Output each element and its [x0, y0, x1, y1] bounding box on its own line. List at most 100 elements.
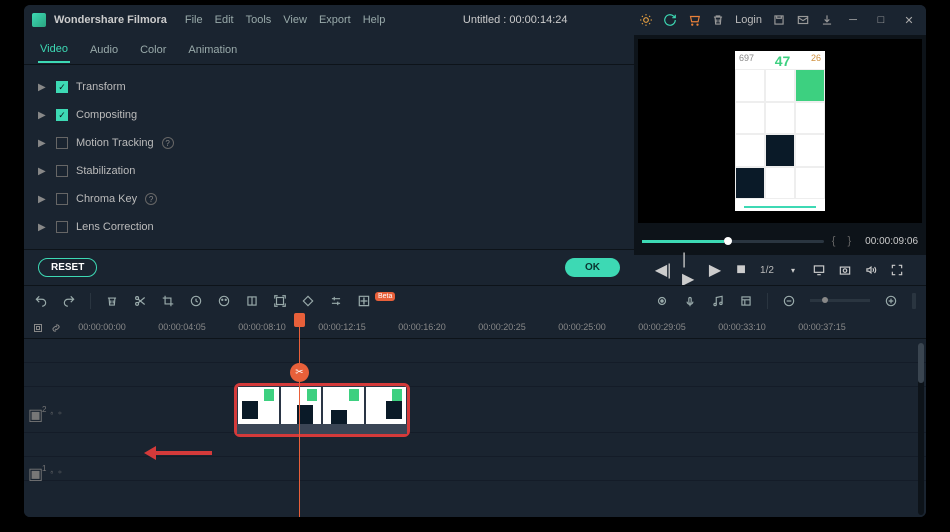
marker-icon[interactable]	[655, 294, 669, 308]
tab-color[interactable]: Color	[138, 38, 168, 62]
video-track-1[interactable]: ▣1	[24, 457, 926, 481]
mail-icon[interactable]	[796, 13, 810, 27]
crop-icon[interactable]	[161, 294, 175, 308]
cut-icon[interactable]	[133, 294, 147, 308]
properties-panel: ▶Transform ▶Compositing ▶Motion Tracking…	[24, 65, 634, 249]
menu-export[interactable]: Export	[319, 14, 351, 26]
menu-tools[interactable]: Tools	[246, 14, 272, 26]
login-button[interactable]: Login	[735, 14, 762, 26]
play-button[interactable]: ▶	[708, 263, 722, 277]
menu-help[interactable]: Help	[363, 14, 386, 26]
refresh-icon[interactable]	[663, 13, 677, 27]
next-frame-button[interactable]: |▶	[682, 263, 696, 277]
maximize-button[interactable]: □	[872, 11, 890, 29]
vertical-scrollbar[interactable]	[918, 343, 924, 515]
score-right: 26	[811, 53, 821, 67]
undo-icon[interactable]	[34, 294, 48, 308]
time-mark: 00:00:04:05	[142, 322, 222, 332]
tab-audio[interactable]: Audio	[88, 38, 120, 62]
keyframe-icon[interactable]	[301, 294, 315, 308]
layout-icon[interactable]	[739, 294, 753, 308]
preview-content: 697 47 26	[735, 51, 825, 211]
record-icon[interactable]	[683, 294, 697, 308]
display-icon[interactable]	[812, 263, 826, 277]
checkbox-chroma-key[interactable]	[56, 193, 68, 205]
mark-in-icon[interactable]: {	[832, 235, 836, 247]
score-left: 697	[739, 53, 754, 67]
tab-animation[interactable]: Animation	[186, 38, 239, 62]
playback-slider[interactable]	[642, 240, 824, 243]
time-mark: 00:00:33:10	[702, 322, 782, 332]
help-icon[interactable]: ?	[162, 137, 174, 149]
adjust-icon[interactable]	[329, 294, 343, 308]
delete-icon[interactable]	[105, 294, 119, 308]
property-tabs: Video Audio Color Animation	[24, 35, 634, 65]
prop-lens-correction[interactable]: ▶Lens Correction	[38, 213, 620, 241]
stop-button[interactable]: ■	[734, 263, 748, 277]
checkbox-transform[interactable]	[56, 81, 68, 93]
preview-viewport[interactable]: 697 47 26	[638, 39, 922, 223]
download-icon[interactable]	[820, 13, 834, 27]
track-spacer	[24, 363, 926, 387]
track-lock-icon[interactable]	[50, 405, 54, 415]
video-track-2[interactable]: ▣2	[24, 387, 926, 433]
track-eye-icon[interactable]	[58, 464, 62, 474]
time-mark: 00:00:37:15	[782, 322, 862, 332]
menu-view[interactable]: View	[283, 14, 307, 26]
prop-motion-tracking[interactable]: ▶Motion Tracking?	[38, 129, 620, 157]
motion-icon[interactable]: ⊞	[357, 294, 371, 308]
close-button[interactable]: ✕	[900, 11, 918, 29]
zoom-fit-icon[interactable]	[912, 293, 916, 309]
prop-compositing[interactable]: ▶Compositing	[38, 101, 620, 129]
playhead[interactable]: ✂	[299, 315, 300, 517]
prev-frame-button[interactable]: ◀|	[656, 263, 670, 277]
help-icon[interactable]: ?	[145, 193, 157, 205]
checkbox-lens-correction[interactable]	[56, 221, 68, 233]
speed-icon[interactable]	[189, 294, 203, 308]
zoom-out-icon[interactable]	[782, 294, 796, 308]
color-icon[interactable]	[217, 294, 231, 308]
time-mark: 00:00:29:05	[622, 322, 702, 332]
prop-chroma-key[interactable]: ▶Chroma Key?	[38, 185, 620, 213]
reset-button[interactable]: RESET	[38, 258, 97, 277]
detect-icon[interactable]	[273, 294, 287, 308]
prop-transform[interactable]: ▶Transform	[38, 73, 620, 101]
zoom-in-icon[interactable]	[884, 294, 898, 308]
prop-stabilization[interactable]: ▶Stabilization	[38, 157, 620, 185]
link-icon[interactable]	[50, 321, 62, 333]
snapshot-icon[interactable]	[838, 263, 852, 277]
redo-icon[interactable]	[62, 294, 76, 308]
beta-badge: Beta	[375, 292, 395, 301]
volume-icon[interactable]	[864, 263, 878, 277]
app-title: Wondershare Filmora	[54, 14, 167, 26]
video-clip[interactable]	[234, 383, 410, 437]
menu-file[interactable]: File	[185, 14, 203, 26]
mark-out-icon[interactable]: }	[847, 235, 851, 247]
track-eye-icon[interactable]	[58, 405, 62, 415]
checkbox-motion-tracking[interactable]	[56, 137, 68, 149]
checkbox-stabilization[interactable]	[56, 165, 68, 177]
playback-speed[interactable]: 1/2	[760, 265, 774, 276]
track-lock-icon[interactable]	[50, 464, 54, 474]
checkbox-compositing[interactable]	[56, 109, 68, 121]
mixer-icon[interactable]	[711, 294, 725, 308]
sun-icon[interactable]	[639, 13, 653, 27]
minimize-button[interactable]: ─	[844, 11, 862, 29]
timeline-ruler[interactable]: 00:00:00:00 00:00:04:05 00:00:08:10 00:0…	[24, 315, 926, 339]
snap-icon[interactable]	[32, 321, 44, 333]
scissors-icon[interactable]: ✂	[290, 363, 309, 382]
ok-button[interactable]: OK	[565, 258, 620, 277]
playback-time: 00:00:09:06	[865, 236, 918, 247]
menu-edit[interactable]: Edit	[215, 14, 234, 26]
greenscreen-icon[interactable]	[245, 294, 259, 308]
fullscreen-icon[interactable]	[890, 263, 904, 277]
time-mark: 00:00:25:00	[542, 322, 622, 332]
time-mark: 00:00:12:15	[302, 322, 382, 332]
title-bar: Wondershare Filmora File Edit Tools View…	[24, 5, 926, 35]
save-icon[interactable]	[772, 13, 786, 27]
track-video-icon: ▣	[28, 405, 38, 415]
zoom-slider[interactable]	[810, 299, 870, 302]
tab-video[interactable]: Video	[38, 37, 70, 63]
cart-icon[interactable]	[687, 13, 701, 27]
trash-icon[interactable]	[711, 13, 725, 27]
